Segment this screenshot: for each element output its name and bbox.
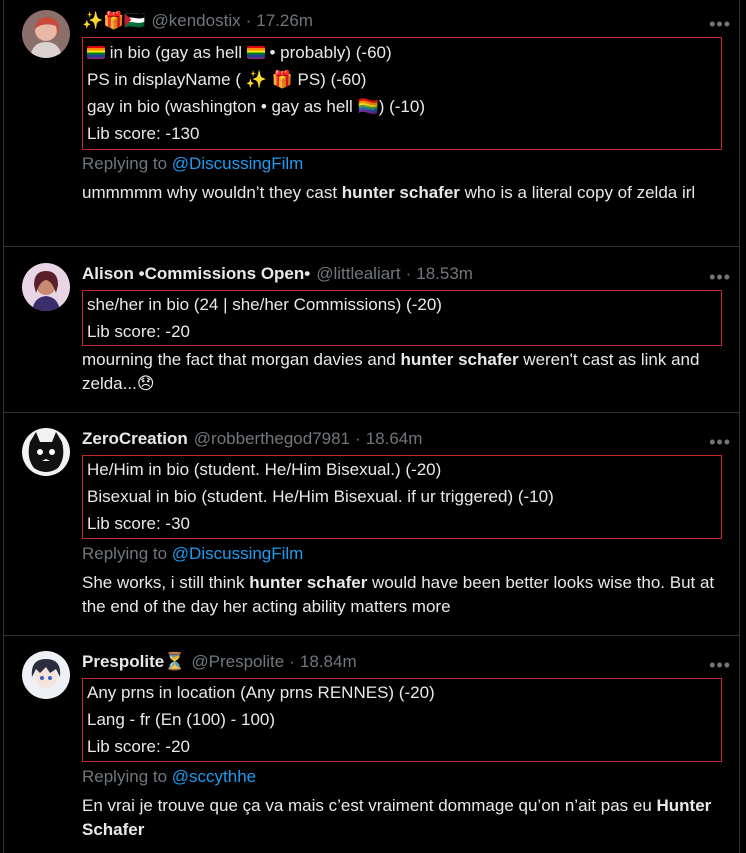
lib-score-box: Any prns in location (Any prns RENNES) (…	[82, 678, 722, 762]
tweet-text: She works, i still think hunter schafer …	[82, 573, 715, 616]
bio-line: Bisexual in bio (student. He/Him Bisexua…	[87, 487, 554, 506]
reply-to-link[interactable]: @DiscussingFilm	[172, 154, 304, 173]
lib-score: Lib score: -20	[87, 322, 190, 341]
avatar[interactable]	[22, 10, 70, 58]
more-horizontal-icon[interactable]: •••	[709, 15, 731, 33]
lib-score-box: He/Him in bio (student. He/Him Bisexual.…	[82, 455, 722, 539]
pride-flag-icon	[87, 46, 105, 59]
timestamp[interactable]: 17.26m	[256, 11, 313, 31]
timestamp[interactable]: 18.53m	[416, 264, 473, 284]
display-name[interactable]: Prespolite	[82, 652, 164, 672]
more-horizontal-icon[interactable]: •••	[709, 656, 731, 674]
display-name-emoji[interactable]: ✨🎁🇵🇸	[82, 11, 146, 31]
bio-line: He/Him in bio (student. He/Him Bisexual.…	[87, 460, 442, 479]
lib-score: Lib score: -130	[87, 124, 200, 143]
tweet[interactable]: ZeroCreation @robberthegod7981 · 18.64m …	[4, 413, 739, 636]
separator-dot: ·	[355, 429, 361, 448]
lib-score-box: she/her in bio (24 | she/her Commissions…	[82, 290, 722, 346]
hourglass-icon: ⏳	[164, 652, 186, 672]
reply-to-link[interactable]: @DiscussingFilm	[172, 544, 304, 563]
avatar[interactable]	[22, 428, 70, 476]
bio-line: Any prns in location (Any prns RENNES) (…	[87, 683, 435, 702]
username[interactable]: @Prespolite	[191, 652, 284, 672]
lib-score-box: in bio (gay as hell • probably) (-60) PS…	[82, 37, 722, 150]
username[interactable]: @kendostix	[152, 11, 241, 31]
more-horizontal-icon[interactable]: •••	[709, 268, 731, 286]
disappointed-face-icon: 😞	[136, 374, 155, 394]
timestamp[interactable]: 18.64m	[366, 429, 423, 449]
bio-line: Lang - fr (En (100) - 100)	[87, 710, 276, 729]
more-horizontal-icon[interactable]: •••	[709, 433, 731, 451]
display-name[interactable]: ZeroCreation	[82, 429, 188, 449]
replying-to-label: Replying to	[82, 544, 168, 563]
separator-dot: ·	[289, 652, 295, 671]
tweet-text: ummmmm why wouldn’t they cast hunter sch…	[82, 183, 696, 202]
replying-to: Replying to @sccythhe	[82, 767, 256, 787]
separator-dot: ·	[405, 264, 412, 283]
bio-line: she/her in bio (24 | she/her Commissions…	[87, 295, 442, 314]
bio-line: in bio (gay as hell • probably) (-60)	[87, 43, 392, 63]
replying-to-label: Replying to	[82, 154, 168, 173]
pride-flag-icon	[246, 46, 265, 59]
lib-score: Lib score: -20	[87, 737, 190, 756]
avatar[interactable]	[22, 651, 70, 699]
replying-to: Replying to @DiscussingFilm	[82, 544, 303, 564]
reply-to-link[interactable]: @sccythhe	[172, 767, 256, 786]
tweet-text: mourning the fact that morgan davies and…	[82, 350, 700, 394]
display-name[interactable]: Alison •Commissions Open•	[82, 264, 310, 284]
tweet-text: En vrai je trouve que ça va mais c’est v…	[82, 796, 712, 839]
avatar[interactable]	[22, 263, 70, 311]
username[interactable]: @robberthegod7981	[194, 429, 350, 449]
replying-to: Replying to @DiscussingFilm	[82, 154, 303, 174]
tweet[interactable]: Prespolite ⏳ @Prespolite · 18.84m ••• An…	[4, 636, 739, 853]
lib-score: Lib score: -30	[87, 514, 190, 533]
tweet[interactable]: ✨🎁🇵🇸 @kendostix · 17.26m ••• in bio (gay…	[4, 0, 739, 247]
bio-line: PS in displayName ( ✨ 🎁 PS) (-60)	[87, 70, 367, 89]
bio-line: gay in bio (washington • gay as hell 🏳️‍…	[87, 97, 425, 116]
separator-dot: ·	[245, 11, 252, 30]
timestamp[interactable]: 18.84m	[300, 652, 357, 672]
timeline-border-right	[739, 0, 740, 853]
replying-to-label: Replying to	[82, 767, 168, 786]
tweet[interactable]: Alison •Commissions Open• @littlealiart …	[4, 247, 739, 413]
username[interactable]: @littlealiart	[316, 264, 400, 284]
